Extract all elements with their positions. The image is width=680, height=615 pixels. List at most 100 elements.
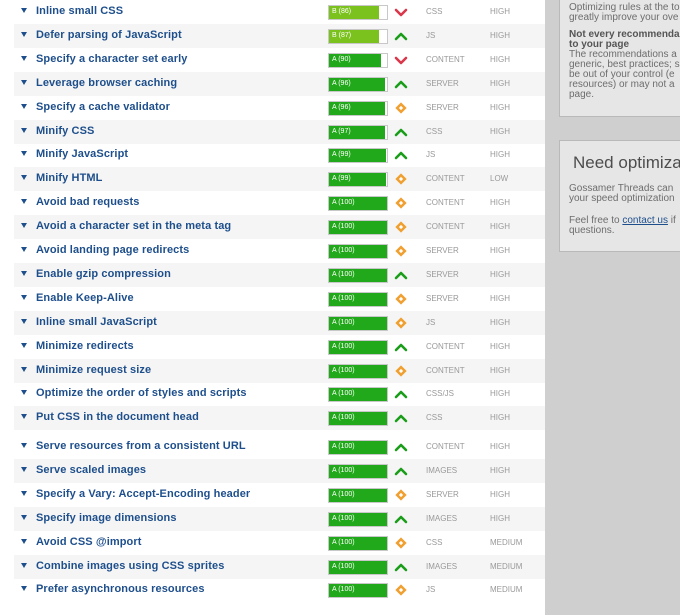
rule-priority: HIGH <box>490 465 510 475</box>
rule-name[interactable]: Prefer asynchronous resources <box>36 583 205 595</box>
rule-name[interactable]: Inline small JavaScript <box>36 316 157 328</box>
rule-name[interactable]: Avoid bad requests <box>36 196 139 208</box>
expand-caret-icon[interactable] <box>21 414 27 420</box>
contact-us-link[interactable]: contact us <box>622 215 668 226</box>
rule-type: IMAGES <box>426 513 458 523</box>
rule-row[interactable]: Specify a character set early A (90) CONTE… <box>14 48 545 72</box>
rule-name[interactable]: Enable Keep-Alive <box>36 292 134 304</box>
rule-name[interactable]: Put CSS in the document head <box>36 411 199 423</box>
expand-caret-icon[interactable] <box>21 247 27 252</box>
expand-caret-icon[interactable] <box>21 199 27 205</box>
rule-row[interactable]: Optimize the order of styles and scripts… <box>14 382 545 406</box>
rule-row[interactable]: Enable Keep-Alive A (100) SERVER HIGH <box>14 287 545 311</box>
rule-row[interactable]: Minify HTML A (99) CONTENT LOW <box>14 167 545 192</box>
rule-row[interactable]: Minify JavaScript A (99) JS HIGH <box>14 143 545 167</box>
rule-row[interactable]: Serve resources from a consistent URL A (… <box>14 435 545 459</box>
trend-neutral-icon <box>393 315 409 331</box>
rule-row[interactable]: Serve scaled images A (100) IMAGES HIGH <box>14 458 545 483</box>
rule-type: CONTENT <box>426 222 465 232</box>
trend-up-icon <box>393 559 409 575</box>
rule-type: CONTENT <box>426 54 465 64</box>
expand-caret-icon[interactable] <box>21 151 27 157</box>
grade-label: A (100) <box>332 390 355 398</box>
trend-neutral-icon <box>393 195 409 211</box>
expand-caret-icon[interactable] <box>21 443 27 448</box>
rule-name[interactable]: Combine images using CSS sprites <box>36 560 224 572</box>
trend-up-icon <box>393 124 409 140</box>
expand-caret-icon[interactable] <box>21 586 27 592</box>
expand-caret-icon[interactable] <box>21 55 27 61</box>
rule-name[interactable]: Leverage browser caching <box>36 77 177 89</box>
rule-row[interactable]: Inline small CSS B (86) CSS HIGH <box>14 0 545 24</box>
rule-name[interactable]: Specify image dimensions <box>36 512 177 524</box>
rule-row[interactable]: Minimize redirects A (100) CONTENT HIGH <box>14 335 545 359</box>
rule-priority: LOW <box>490 174 509 184</box>
rule-row[interactable]: Avoid a character set in the meta tag A (… <box>14 215 545 240</box>
rule-name[interactable]: Serve scaled images <box>36 464 146 476</box>
rule-row[interactable]: Avoid bad requests A (100) CONTENT HIGH <box>14 191 545 215</box>
rule-name[interactable]: Minimize redirects <box>36 340 134 352</box>
trend-neutral-icon <box>393 582 409 598</box>
rule-name[interactable]: Serve resources from a consistent URL <box>36 440 246 452</box>
rule-row[interactable]: Specify a cache validator A (96) SERVER HIG… <box>14 96 545 120</box>
expand-caret-icon[interactable] <box>21 514 27 520</box>
card-text: page. <box>569 89 595 100</box>
expand-caret-icon[interactable] <box>21 270 27 276</box>
rule-name[interactable]: Avoid CSS @import <box>36 536 142 548</box>
rule-name[interactable]: Defer parsing of JavaScript <box>36 29 182 41</box>
expand-caret-icon[interactable] <box>21 366 27 372</box>
rule-name[interactable]: Minify CSS <box>36 125 94 137</box>
rule-row[interactable]: Avoid CSS @import A (100) CSS MEDIUM <box>14 531 545 555</box>
trend-up-icon <box>393 267 409 283</box>
rule-row[interactable]: Defer parsing of JavaScript B (87) JS HIGH <box>14 23 545 48</box>
expand-caret-icon[interactable] <box>21 562 27 568</box>
expand-caret-icon[interactable] <box>21 390 27 396</box>
expand-caret-icon[interactable] <box>21 127 27 133</box>
rule-row[interactable]: Leverage browser caching A (96) SERVER HIGH <box>14 71 545 96</box>
rule-row[interactable]: Specify a Vary: Accept-Encoding header A … <box>14 483 545 507</box>
rule-row[interactable]: Prefer asynchronous resources A (100) JS ME… <box>14 578 545 602</box>
rule-row[interactable]: Combine images using CSS sprites A (100) I… <box>14 554 545 579</box>
rule-name[interactable]: Minify JavaScript <box>36 148 128 160</box>
rule-row[interactable]: Inline small JavaScript A (100) JS HIGH <box>14 310 545 335</box>
grade-label: A (100) <box>332 586 355 594</box>
grade-label: A (100) <box>332 247 355 254</box>
expand-caret-icon[interactable] <box>21 175 27 181</box>
expand-caret-icon[interactable] <box>21 103 27 109</box>
rule-type: JS <box>426 317 436 327</box>
expand-caret-icon[interactable] <box>21 318 27 324</box>
rule-name[interactable]: Avoid a character set in the meta tag <box>36 220 231 232</box>
expand-caret-icon[interactable] <box>21 342 27 348</box>
rule-name[interactable]: Minimize request size <box>36 364 151 376</box>
trend-neutral-icon <box>393 219 409 235</box>
expand-caret-icon[interactable] <box>21 8 27 13</box>
expand-caret-icon[interactable] <box>21 490 27 496</box>
rule-name[interactable]: Optimize the order of styles and scripts <box>36 387 247 399</box>
rule-name[interactable]: Inline small CSS <box>36 5 123 17</box>
rules-panel: Inline small CSS B (86) CSS HIGH Defer parsi… <box>0 0 545 615</box>
grade-label: A (100) <box>332 318 355 326</box>
rule-name[interactable]: Minify HTML <box>36 172 102 184</box>
expand-caret-icon[interactable] <box>21 466 27 472</box>
expand-caret-icon[interactable] <box>21 31 27 37</box>
rule-row[interactable]: Minify CSS A (97) CSS HIGH <box>14 119 545 144</box>
expand-caret-icon[interactable] <box>21 79 27 85</box>
rule-priority: HIGH <box>490 126 510 136</box>
sidebar: Optimizing rules at the to greatly impro… <box>545 0 680 615</box>
rule-row[interactable]: Enable gzip compression A (100) SERVER HIGH <box>14 262 545 287</box>
rule-name[interactable]: Enable gzip compression <box>36 268 171 280</box>
rule-row[interactable]: Avoid landing page redirects A (100) SERVE… <box>14 239 545 263</box>
rule-type: JS <box>426 150 436 160</box>
card-text: questions. <box>569 225 615 236</box>
rule-row[interactable]: Minimize request size A (100) CONTENT HIGH <box>14 358 545 383</box>
rule-name[interactable]: Specify a character set early <box>36 53 188 65</box>
rule-row[interactable]: Specify image dimensions A (100) IMAGES HIG… <box>14 506 545 531</box>
rule-name[interactable]: Specify a cache validator <box>36 101 170 113</box>
grade-bar: A (100) <box>328 411 388 427</box>
rule-row[interactable]: Put CSS in the document head A (100) CSS HI… <box>14 406 545 431</box>
expand-caret-icon[interactable] <box>21 294 27 300</box>
expand-caret-icon[interactable] <box>21 223 27 229</box>
rule-name[interactable]: Specify a Vary: Accept-Encoding header <box>36 488 250 500</box>
expand-caret-icon[interactable] <box>21 538 27 544</box>
rule-name[interactable]: Avoid landing page redirects <box>36 244 189 256</box>
